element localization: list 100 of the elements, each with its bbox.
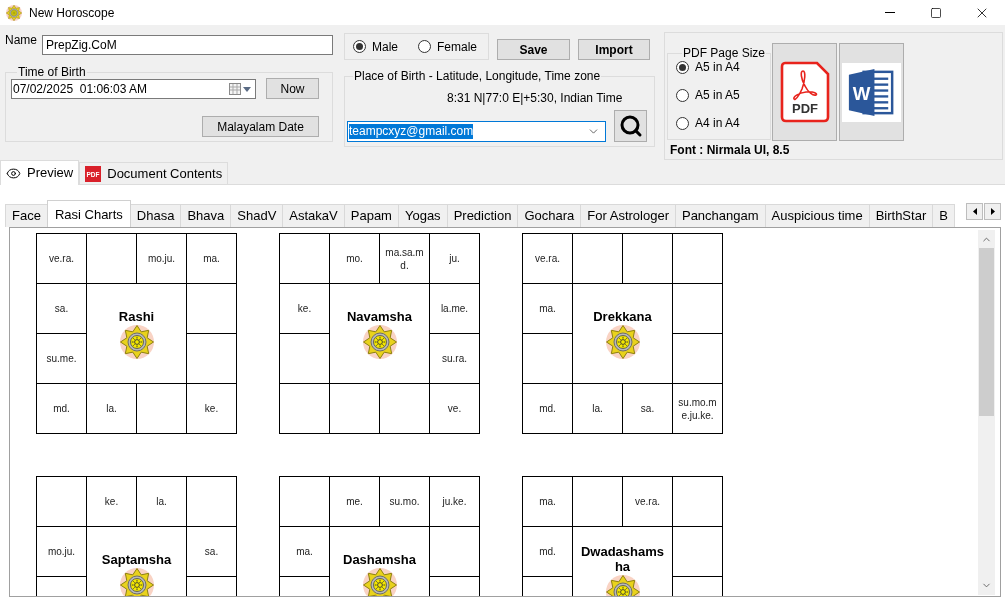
scroll-left-button[interactable] <box>966 203 983 220</box>
chart-title: Rashi <box>118 308 155 324</box>
radio-button[interactable] <box>418 40 431 53</box>
tab[interactable]: ShadV <box>230 204 284 227</box>
scroll-right-button[interactable] <box>984 203 1001 220</box>
sun-star-icon <box>605 324 640 359</box>
radio-label[interactable]: A4 in A4 <box>695 116 740 130</box>
chart-cell: mo.ju. <box>137 234 187 284</box>
chart-cell: md. <box>37 384 87 434</box>
tab[interactable]: Papam <box>343 204 399 227</box>
caret-icon <box>243 86 251 92</box>
calendar-icon <box>229 83 241 95</box>
field-label: Name <box>5 33 38 49</box>
chart-cell: su.mo.me.ju.ke. <box>673 384 723 434</box>
radio-label[interactable]: Female <box>437 39 477 54</box>
tab[interactable]: Prediction <box>446 204 519 227</box>
tab[interactable]: Yogas <box>397 204 448 227</box>
chart-cell: mo. <box>330 234 380 284</box>
chart-cell: ve.ra. <box>37 234 87 284</box>
chart-cell: md. <box>523 384 573 434</box>
coordinates-text: 8:31 N|77:0 E|+5:30, Indian Time <box>447 91 624 105</box>
chart-cell: md. <box>523 527 573 577</box>
chart-cell: su.ra. <box>430 334 480 384</box>
radio-button[interactable] <box>676 60 689 74</box>
chart-cell: ve. <box>430 384 480 434</box>
chart-cell: su.me. <box>37 334 87 384</box>
group-title: Time of Birth <box>17 66 87 78</box>
radio-button[interactable] <box>676 116 689 130</box>
chart-title: Dashamsha <box>343 551 416 567</box>
sun-star-icon <box>362 324 397 359</box>
word-export-button[interactable]: W <box>839 43 904 141</box>
radio-label[interactable]: Male <box>372 39 398 54</box>
group-title: Place of Birth - Latitude, Longitude, Time zone <box>353 70 602 82</box>
chart-cell: me. <box>330 477 380 527</box>
chart-title: Dwadashamsha <box>579 544 666 574</box>
name-field[interactable]: PrepZig.CoM <box>42 35 333 55</box>
chart-title: Saptamsha <box>101 551 172 567</box>
search-button[interactable] <box>614 110 647 142</box>
sun-star-icon <box>119 567 154 596</box>
tab[interactable]: BirthStar <box>868 204 934 227</box>
tab[interactable]: Panchangam <box>674 204 766 227</box>
chart-cell: la. <box>573 384 623 434</box>
word-document-icon: W <box>842 62 901 122</box>
malayalam-date-button[interactable]: Malayalam Date <box>202 116 319 137</box>
chart-cell: ma. <box>523 284 573 334</box>
scrollbar-thumb[interactable] <box>979 248 994 416</box>
tab[interactable]: B <box>932 204 955 227</box>
chart-cell: ve.ra. <box>623 477 673 527</box>
pdf-file-icon: PDF <box>779 61 830 123</box>
scrollbar[interactable] <box>978 230 995 595</box>
tab[interactable]: For Astrologer <box>580 204 676 227</box>
chart-cell: sa. <box>623 384 673 434</box>
tab[interactable]: Gochara <box>517 204 582 227</box>
maximize-icon <box>930 6 942 19</box>
chart-cell: su.mo. <box>380 477 430 527</box>
chart-cell: ve.ra. <box>523 234 573 284</box>
right-arrow-icon <box>990 208 995 215</box>
chart-cell: sa. <box>187 527 237 577</box>
import-button[interactable]: Import <box>578 39 650 60</box>
window-title: New Horoscope <box>29 5 115 20</box>
date-time-picker[interactable]: 07/02/2025 01:06:03 AM <box>11 79 256 99</box>
tab[interactable]: AstakaV <box>282 204 345 227</box>
tab[interactable]: Auspicious time <box>764 204 870 227</box>
chart-title: Drekkana <box>593 308 652 324</box>
chart-cell: sa. <box>37 284 87 334</box>
minimize-icon <box>885 12 895 13</box>
font-info: Font : Nirmala UI, 8.5 <box>670 144 791 157</box>
radio-button[interactable] <box>353 40 366 53</box>
chart-cell: ke. <box>87 477 137 527</box>
chart-cell: mo.ju. <box>37 527 87 577</box>
chart-cell: ke. <box>187 384 237 434</box>
radio-label[interactable]: A5 in A4 <box>695 60 740 74</box>
chart-cell: ma.sa.md. <box>380 234 430 284</box>
app-icon <box>6 4 22 21</box>
pdf-export-button[interactable]: PDF <box>772 43 837 141</box>
radio-label[interactable]: A5 in A5 <box>695 88 740 102</box>
left-arrow-icon <box>972 208 977 215</box>
chart-cell: ma. <box>523 477 573 527</box>
tab[interactable]: Dhasa <box>129 204 182 227</box>
chart-cell: ju.ke. <box>430 477 480 527</box>
radio-button[interactable] <box>676 88 689 102</box>
now-button[interactable]: Now <box>266 78 319 99</box>
group-title: PDF Page Size <box>682 47 767 59</box>
place-combo-box[interactable]: teampcxyz@gmail.com <box>347 121 606 142</box>
save-button[interactable]: Save <box>497 39 570 60</box>
chart-cell: ju. <box>430 234 480 284</box>
chart-cell: la. <box>137 477 187 527</box>
chart-cell: la. <box>87 384 137 434</box>
chart-cell: ke. <box>280 284 330 334</box>
search-icon <box>618 114 643 138</box>
chart-cell: ma. <box>187 234 237 284</box>
tab[interactable]: Bhava <box>180 204 232 227</box>
chart-title: Navamsha <box>346 308 412 324</box>
tab[interactable]: Rasi Charts <box>46 200 131 227</box>
eye-icon <box>6 165 21 181</box>
chart-cell: la.me. <box>430 284 480 334</box>
sun-star-icon <box>362 567 397 596</box>
sun-star-icon <box>119 324 154 359</box>
view-tab[interactable]: Preview <box>0 160 80 185</box>
tab[interactable]: Face <box>5 204 48 227</box>
